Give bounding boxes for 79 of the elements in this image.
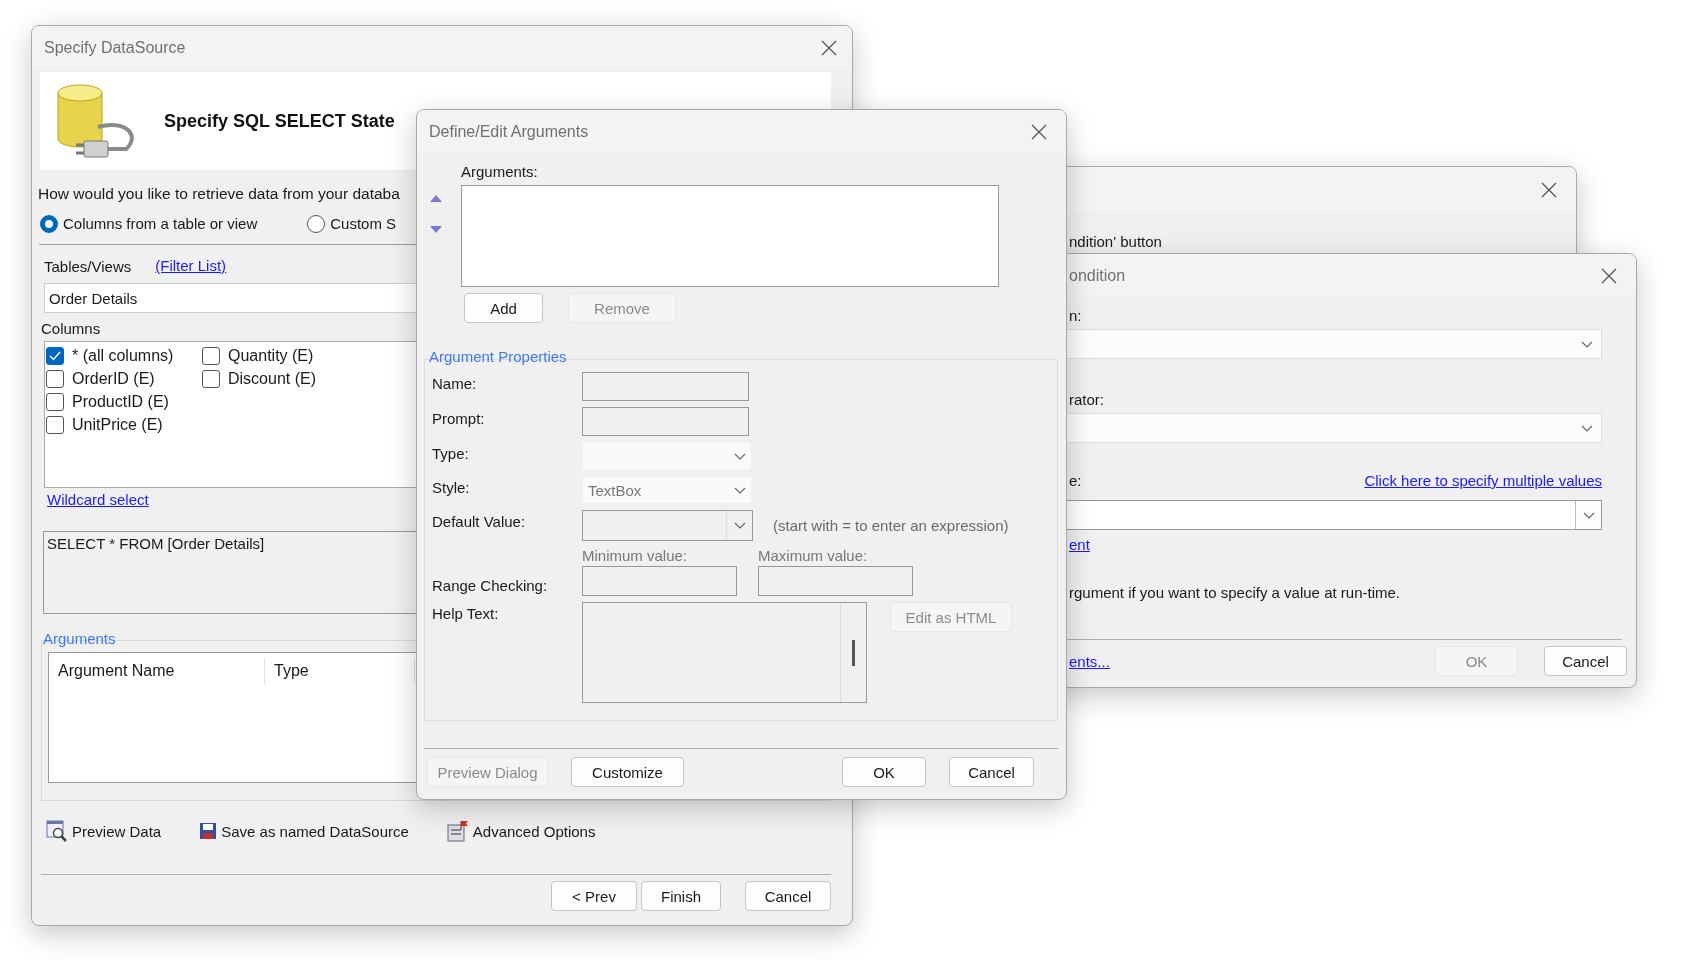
group-title: Arguments (42, 630, 117, 648)
scrollbar[interactable] (852, 639, 855, 666)
field-label: Tables/Views (44, 257, 132, 277)
move-down-button[interactable] (428, 225, 443, 234)
header-title: Specify SQL SELECT State (164, 110, 395, 132)
window-title: ondition (1069, 266, 1126, 285)
arguments-list[interactable] (461, 185, 999, 287)
column-header[interactable]: Argument Name (49, 658, 265, 684)
checkbox-label: OrderID (E) (72, 368, 155, 389)
list-button[interactable]: Add (464, 293, 543, 323)
toolbar-button[interactable]: Advanced Options (446, 820, 596, 842)
toolbar-button[interactable]: Save as named DataSource (199, 820, 409, 842)
checkbox[interactable] (46, 415, 64, 434)
text-field[interactable] (582, 372, 749, 401)
field-label: Name: (432, 374, 478, 394)
chevron-down-icon (734, 486, 746, 494)
hint-text: (start with = to enter an expression) (773, 515, 1009, 536)
checkbox[interactable] (46, 346, 64, 365)
help-text-field[interactable] (582, 602, 867, 703)
hint-text: rgument if you want to specify a value at run-time. (1069, 583, 1400, 603)
dropdown-field[interactable] (582, 442, 752, 470)
max-value-field[interactable] (758, 566, 913, 596)
checkbox[interactable] (46, 369, 64, 388)
field-label: n: (1069, 306, 1082, 326)
instruction-text: ndition' button (1069, 232, 1162, 252)
question-text: How would you like to retrieve data from your databa (38, 184, 400, 204)
field-label: Maximum value: (758, 547, 869, 565)
move-up-button[interactable] (428, 194, 443, 203)
field-label: Columns (40, 319, 101, 339)
field-label: Arguments: (461, 162, 539, 182)
dialog-button[interactable]: < Prev (551, 881, 637, 911)
field-label: Range Checking: (432, 576, 549, 596)
dialog-button[interactable]: Cancel (949, 757, 1034, 787)
window-title: Define/Edit Arguments (429, 122, 589, 141)
chevron-down-icon (1582, 511, 1595, 519)
dialog-button[interactable]: Cancel (745, 881, 831, 911)
radio-icon[interactable] (307, 215, 326, 233)
chevron-down-icon (733, 522, 746, 529)
field-label: Help Text: (432, 604, 500, 624)
chevron-down-icon (1581, 424, 1593, 432)
checkbox[interactable] (202, 369, 220, 388)
checkbox-label: * (all columns) (72, 345, 174, 366)
radio-option[interactable]: Custom S (307, 214, 397, 234)
multiple-values-link[interactable]: Click here to specify multiple values (1364, 471, 1602, 491)
field-label: Minimum value: (582, 547, 689, 565)
field-label: e: (1069, 471, 1082, 491)
field-label: Style: (432, 478, 471, 498)
wildcard-select-link[interactable]: Wildcard select (47, 491, 149, 508)
dialog-button[interactable]: Customize (571, 757, 684, 787)
dialog-button[interactable]: Cancel (1544, 646, 1627, 676)
checkbox[interactable] (202, 346, 220, 365)
checkbox-label: ProductID (E) (72, 391, 169, 412)
arguments-link[interactable]: ents... (1069, 652, 1110, 670)
dropdown-field[interactable]: TextBox (582, 476, 752, 504)
field-label: Prompt: (432, 409, 486, 429)
combo-field[interactable] (582, 510, 753, 541)
filter-list-link[interactable]: (Filter List) (155, 257, 227, 277)
field-label: Default Value: (432, 512, 527, 532)
radio-icon[interactable] (40, 215, 58, 233)
group-title: Argument Properties (428, 348, 568, 366)
min-value-field[interactable] (582, 566, 737, 596)
chevron-down-icon (734, 452, 746, 460)
argument-link[interactable]: ent (1069, 536, 1090, 553)
window-title: Specify DataSource (44, 38, 186, 57)
text-field[interactable] (582, 407, 749, 436)
toolbar-button[interactable]: Preview Data (46, 820, 162, 842)
field-label: Type: (432, 444, 470, 464)
chevron-down-icon (1581, 340, 1593, 348)
magnifier-window-icon (46, 820, 68, 842)
checkbox-label: Discount (E) (228, 368, 317, 389)
window-flag-icon (446, 820, 469, 842)
radio-label: Custom S (330, 214, 397, 234)
checkbox-label: Quantity (E) (228, 345, 314, 366)
dialog-button[interactable]: Finish (641, 881, 721, 911)
dialog-button[interactable]: OK (842, 757, 926, 787)
field-label: rator: (1069, 390, 1104, 410)
checkbox[interactable] (46, 392, 64, 411)
column-header[interactable]: Type (265, 658, 415, 684)
checkbox-label: UnitPrice (E) (72, 414, 163, 435)
